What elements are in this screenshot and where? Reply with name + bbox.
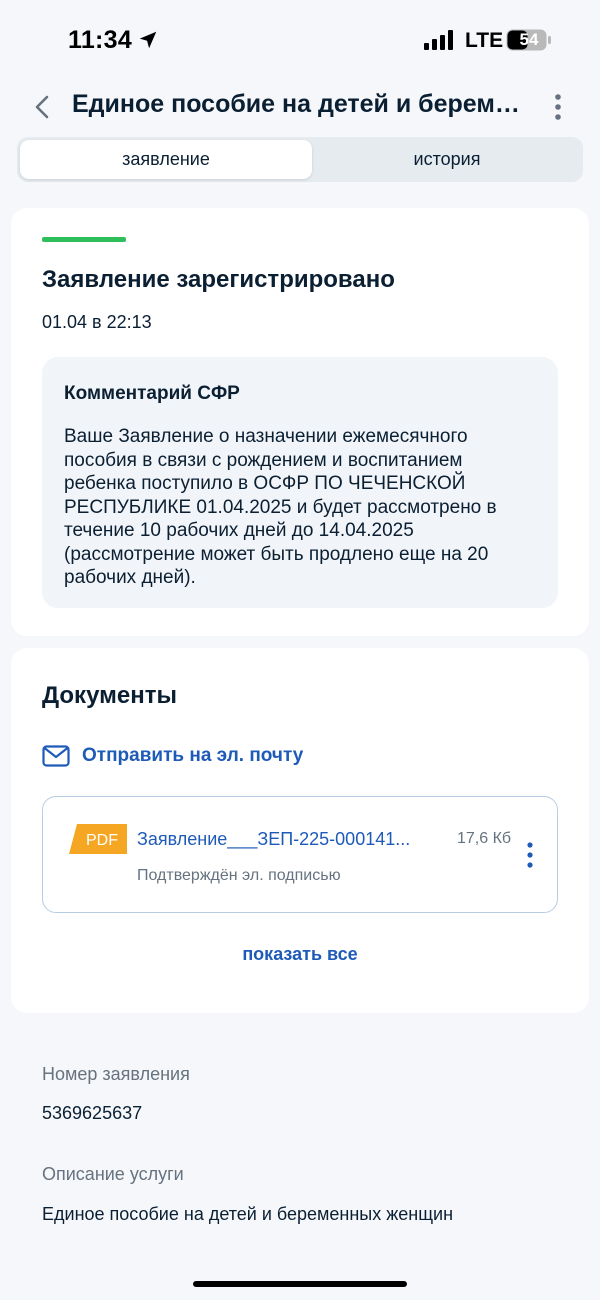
- application-number-label: Номер заявления: [42, 1064, 190, 1084]
- status-title: Заявление зарегистрировано: [42, 266, 395, 293]
- status-time: 11:34: [68, 26, 133, 54]
- documents-card: Документы Отправить на эл. почту PDF Зая…: [11, 648, 589, 1013]
- battery-level: 54: [519, 30, 539, 49]
- status-progress-line: [42, 237, 126, 242]
- pdf-file-icon: PDF: [69, 824, 127, 854]
- tab-history[interactable]: история: [314, 140, 580, 179]
- svg-text:PDF: PDF: [86, 832, 118, 849]
- back-arrow-icon[interactable]: [28, 92, 58, 122]
- sfr-comment-box: Комментарий СФР Ваше Заявление о назначе…: [42, 357, 558, 608]
- document-file-item[interactable]: PDF Заявление___ЗЕП-225-000141... 17,6 К…: [42, 796, 558, 913]
- send-email-button[interactable]: Отправить на эл. почту: [42, 742, 303, 770]
- service-description-value: Единое пособие на детей и беременных жен…: [42, 1204, 454, 1224]
- file-options-icon[interactable]: [525, 841, 535, 869]
- location-arrow-icon: [139, 31, 157, 49]
- more-options-icon[interactable]: [546, 92, 570, 122]
- cellular-signal-icon: [424, 30, 453, 50]
- send-email-label: Отправить на эл. почту: [82, 745, 304, 766]
- status-bar: 11:34 LTE 54: [0, 0, 600, 80]
- comment-text: Ваше Заявление о назначении ежемесячного…: [64, 426, 497, 588]
- show-all-button[interactable]: показать все: [11, 944, 589, 965]
- app-header: Единое пособие на детей и беременных жен…: [0, 82, 600, 132]
- status-date: 01.04 в 22:13: [42, 312, 152, 332]
- comment-title: Комментарий СФР: [64, 383, 240, 404]
- mail-icon: [42, 745, 70, 767]
- segmented-tabs: заявление история: [17, 137, 583, 182]
- document-signature-status: Подтверждён эл. подписью: [137, 867, 341, 884]
- network-type: LTE: [465, 29, 504, 52]
- document-file-name[interactable]: Заявление___ЗЕП-225-000141...: [137, 829, 437, 850]
- document-file-size: 17,6 Кб: [457, 830, 512, 847]
- documents-title: Документы: [42, 682, 177, 709]
- home-indicator[interactable]: [193, 1281, 407, 1287]
- page-title: Единое пособие на детей и беременных жен…: [72, 90, 522, 118]
- status-card: Заявление зарегистрировано 01.04 в 22:13…: [11, 208, 589, 636]
- application-number-value: 5369625637: [42, 1103, 143, 1123]
- tab-application[interactable]: заявление: [20, 140, 312, 179]
- service-description-label: Описание услуги: [42, 1164, 184, 1184]
